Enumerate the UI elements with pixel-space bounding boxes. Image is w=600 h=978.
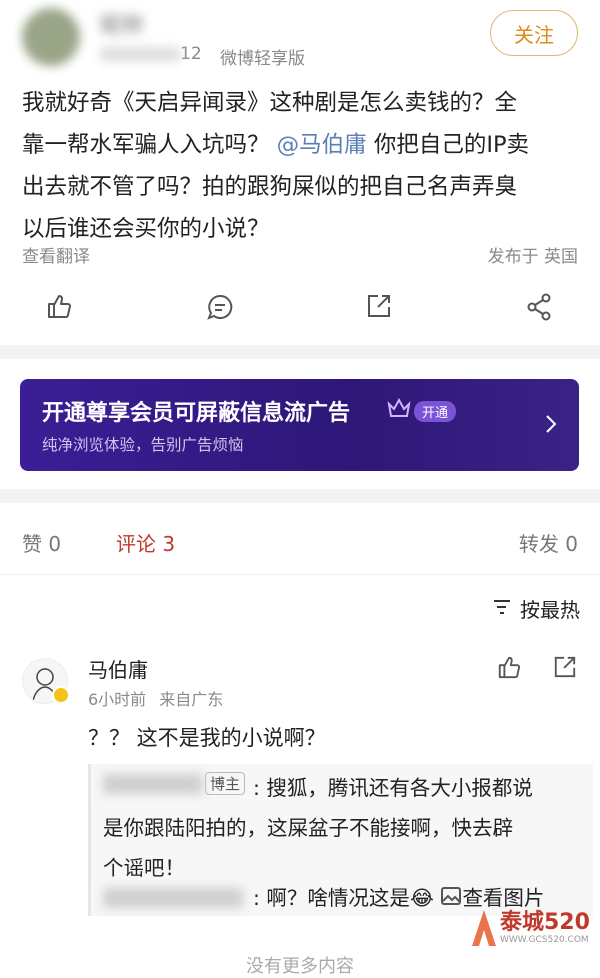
laughing-emoji-icon: 😂	[409, 886, 434, 910]
ad-subtitle: 纯净浏览体验，告别广告烦恼	[42, 436, 244, 454]
tab-comments[interactable]: 评论 3	[116, 528, 175, 557]
post-source: 微博轻享版	[220, 49, 305, 69]
ad-title: 开通尊享会员可屏蔽信息流广告	[42, 401, 351, 426]
like-icon[interactable]	[46, 293, 72, 319]
author-name[interactable]: 昵称	[100, 8, 144, 40]
sort-button[interactable]: 按最热	[492, 594, 580, 623]
watermark-text: 泰城520	[500, 910, 590, 935]
comment-repost-icon[interactable]	[553, 655, 577, 679]
repost-icon[interactable]	[366, 293, 392, 319]
vip-badge-label: 开通	[414, 400, 457, 422]
watermark-logo: 泰城520 WWW.GCS520.COM	[470, 908, 590, 948]
mention-link[interactable]: @马伯庸	[277, 132, 367, 158]
reply-block[interactable]: 博主 : 搜狐，腾讯还有各大小报都说 是你跟陆阳拍的，这屎盆子不能接啊，快去辟 …	[88, 764, 593, 916]
reply-author-name[interactable]	[103, 888, 243, 908]
verified-badge-icon	[52, 686, 70, 704]
sort-icon	[492, 598, 514, 620]
reply-line: : 搜狐，腾讯还有各大小报都说	[253, 776, 533, 800]
comment-time: 6小时前	[88, 690, 147, 709]
follow-label: 关注	[514, 22, 554, 47]
section-divider	[0, 345, 600, 359]
vip-ad-banner[interactable]: 开通尊享会员可屏蔽信息流广告 开通 纯净浏览体验，告别广告烦恼	[20, 379, 579, 471]
tab-likes[interactable]: 赞 0	[22, 528, 61, 557]
view-image-label: 查看图片	[462, 886, 545, 910]
view-image-link[interactable]: 查看图片	[440, 886, 544, 910]
comment-like-icon[interactable]	[497, 655, 521, 679]
follow-button[interactable]: 关注	[490, 10, 578, 56]
date-fragment: 12	[180, 44, 202, 64]
tab-reposts[interactable]: 转发 0	[519, 528, 578, 557]
image-icon	[440, 883, 462, 915]
body-text: 靠一帮水军骗人入坑吗？	[22, 132, 270, 158]
crown-icon	[386, 397, 412, 425]
avatar[interactable]	[22, 8, 80, 66]
sort-label: 按最热	[520, 598, 580, 622]
stats-divider	[0, 574, 600, 575]
comment-text: ？？ 这不是我的小说啊？	[88, 726, 326, 750]
share-icon[interactable]	[526, 293, 552, 321]
post-body: 我就好奇《天启异闻录》这种剧是怎么卖钱的？全 靠一帮水军骗人入坑吗？ @马伯庸 …	[22, 82, 592, 250]
comment-location: 来自广东	[159, 690, 224, 709]
body-text: 你把自己的IP卖	[373, 132, 530, 158]
vip-badge[interactable]: 开通	[386, 397, 457, 425]
reply-author[interactable]	[103, 888, 243, 912]
published-location: 发布于 英国	[487, 247, 578, 267]
comment-meta: 6小时前 来自广东	[88, 686, 223, 710]
comment-author[interactable]: 马伯庸	[88, 654, 148, 683]
comment-icon[interactable]	[206, 293, 234, 321]
reply-line: : 啊？啥情况这是	[253, 886, 410, 910]
post-date: 12	[100, 44, 202, 64]
body-line: 出去就不管了吗？拍的跟狗屎似的把自己名声弄臭	[22, 174, 518, 200]
watermark-sub: WWW.GCS520.COM	[500, 935, 589, 945]
body-line: 靠一帮水军骗人入坑吗？ @马伯庸 你把自己的IP卖	[22, 124, 592, 166]
section-divider	[0, 489, 600, 503]
no-more-content: 没有更多内容	[246, 956, 354, 977]
reply-line: 是你跟陆阳拍的，这屎盆子不能接啊，快去辟	[103, 816, 513, 840]
body-line: 我就好奇《天启异闻录》这种剧是怎么卖钱的？全	[22, 90, 518, 116]
reply-text: : 搜狐，腾讯还有各大小报都说 是你跟陆阳拍的，这屎盆子不能接啊，快去辟 个谣吧…	[103, 768, 593, 888]
chevron-right-icon	[545, 414, 557, 438]
translate-link[interactable]: 查看翻译	[22, 242, 90, 267]
